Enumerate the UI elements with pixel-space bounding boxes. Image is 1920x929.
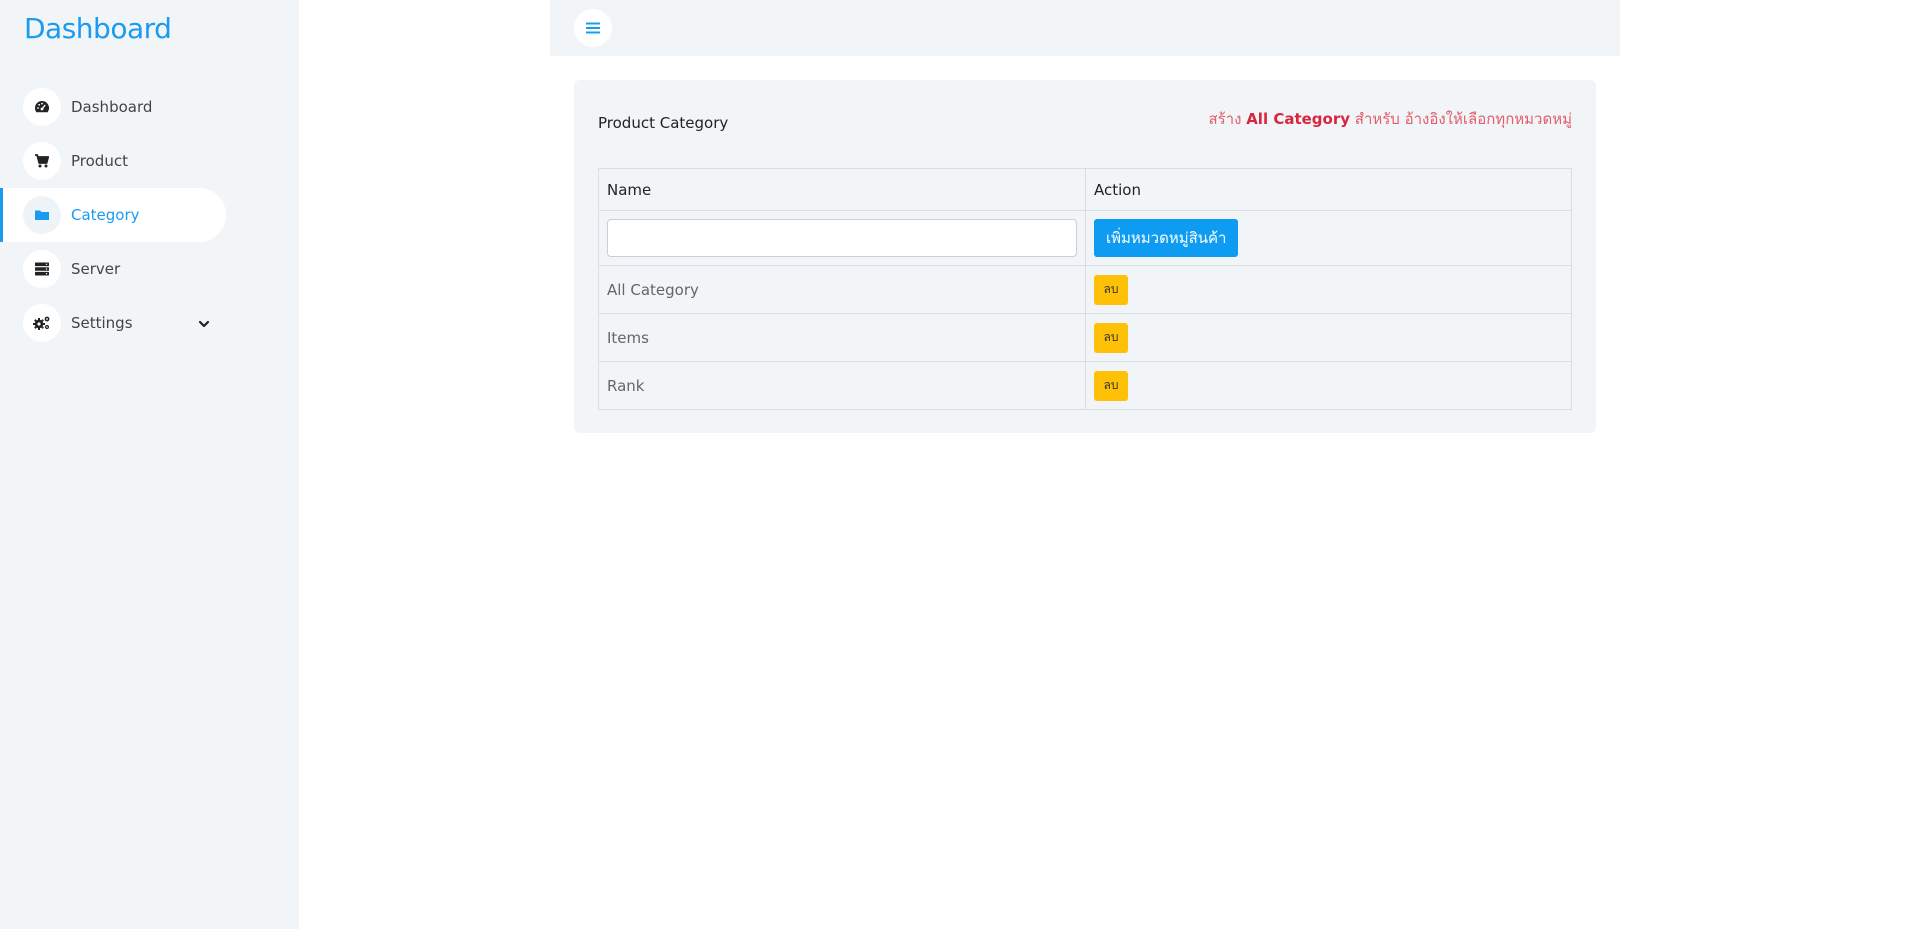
folder-icon xyxy=(23,196,61,234)
chevron-down-icon[interactable] xyxy=(198,315,210,334)
table-row: All Category ลบ xyxy=(598,265,1572,314)
table-row-new-category: เพิ่มหมวดหมู่สินค้า xyxy=(598,210,1572,266)
table-cell xyxy=(598,210,1086,266)
note-suffix: สำหรับ อ้างอิงให้เลือกทุกหมวดหมู่ xyxy=(1350,110,1572,128)
delete-button[interactable]: ลบ xyxy=(1094,370,1128,401)
sidebar-item-label: Settings xyxy=(71,314,133,332)
sidebar-item-label: Category xyxy=(71,206,140,224)
table-row: Rank ลบ xyxy=(598,361,1572,410)
brand-title[interactable]: Dashboard xyxy=(24,12,172,45)
menu-toggle-button[interactable] xyxy=(574,9,612,47)
sidebar-item-label: Dashboard xyxy=(71,98,153,116)
sidebar-nav: Dashboard Product Category Server Settin… xyxy=(0,80,299,350)
sidebar: Dashboard Dashboard Product Category Ser… xyxy=(0,0,299,929)
cart-icon xyxy=(23,142,61,180)
category-name-input[interactable] xyxy=(607,219,1077,257)
server-icon xyxy=(23,250,61,288)
gears-icon xyxy=(23,304,61,342)
table-cell: ลบ xyxy=(1085,265,1572,314)
sidebar-item-dashboard[interactable]: Dashboard xyxy=(0,80,226,134)
table-row: Items ลบ xyxy=(598,313,1572,362)
sidebar-item-category[interactable]: Category xyxy=(0,188,226,242)
table-cell: เพิ่มหมวดหมู่สินค้า xyxy=(1085,210,1572,266)
hamburger-icon xyxy=(586,19,600,38)
card-title: Product Category xyxy=(598,114,729,132)
gauge-icon xyxy=(23,88,61,126)
note-highlight: All Category xyxy=(1246,110,1351,128)
category-name: Rank xyxy=(598,361,1086,410)
sidebar-item-product[interactable]: Product xyxy=(0,134,226,188)
delete-button[interactable]: ลบ xyxy=(1094,322,1128,353)
column-header-action: Action xyxy=(1085,168,1572,211)
delete-button[interactable]: ลบ xyxy=(1094,274,1128,305)
note-prefix: สร้าง xyxy=(1208,110,1247,128)
category-name: All Category xyxy=(598,265,1086,314)
sidebar-item-label: Product xyxy=(71,152,128,170)
card-note: สร้าง All Category สำหรับ อ้างอิงให้เลือ… xyxy=(1208,107,1572,131)
column-header-name: Name xyxy=(598,168,1086,211)
sidebar-item-settings[interactable]: Settings xyxy=(0,296,226,350)
table-cell: ลบ xyxy=(1085,361,1572,410)
category-name: Items xyxy=(598,313,1086,362)
sidebar-item-label: Server xyxy=(71,260,121,278)
topbar xyxy=(550,0,1620,56)
product-category-card: Product Category สร้าง All Category สำหร… xyxy=(574,80,1596,433)
table-header-row: Name Action xyxy=(598,168,1572,211)
sidebar-item-server[interactable]: Server xyxy=(0,242,226,296)
add-category-button[interactable]: เพิ่มหมวดหมู่สินค้า xyxy=(1094,219,1239,257)
table-cell: ลบ xyxy=(1085,313,1572,362)
category-table: Name Action เพิ่มหมวดหมู่สินค้า All Cate… xyxy=(598,168,1572,410)
